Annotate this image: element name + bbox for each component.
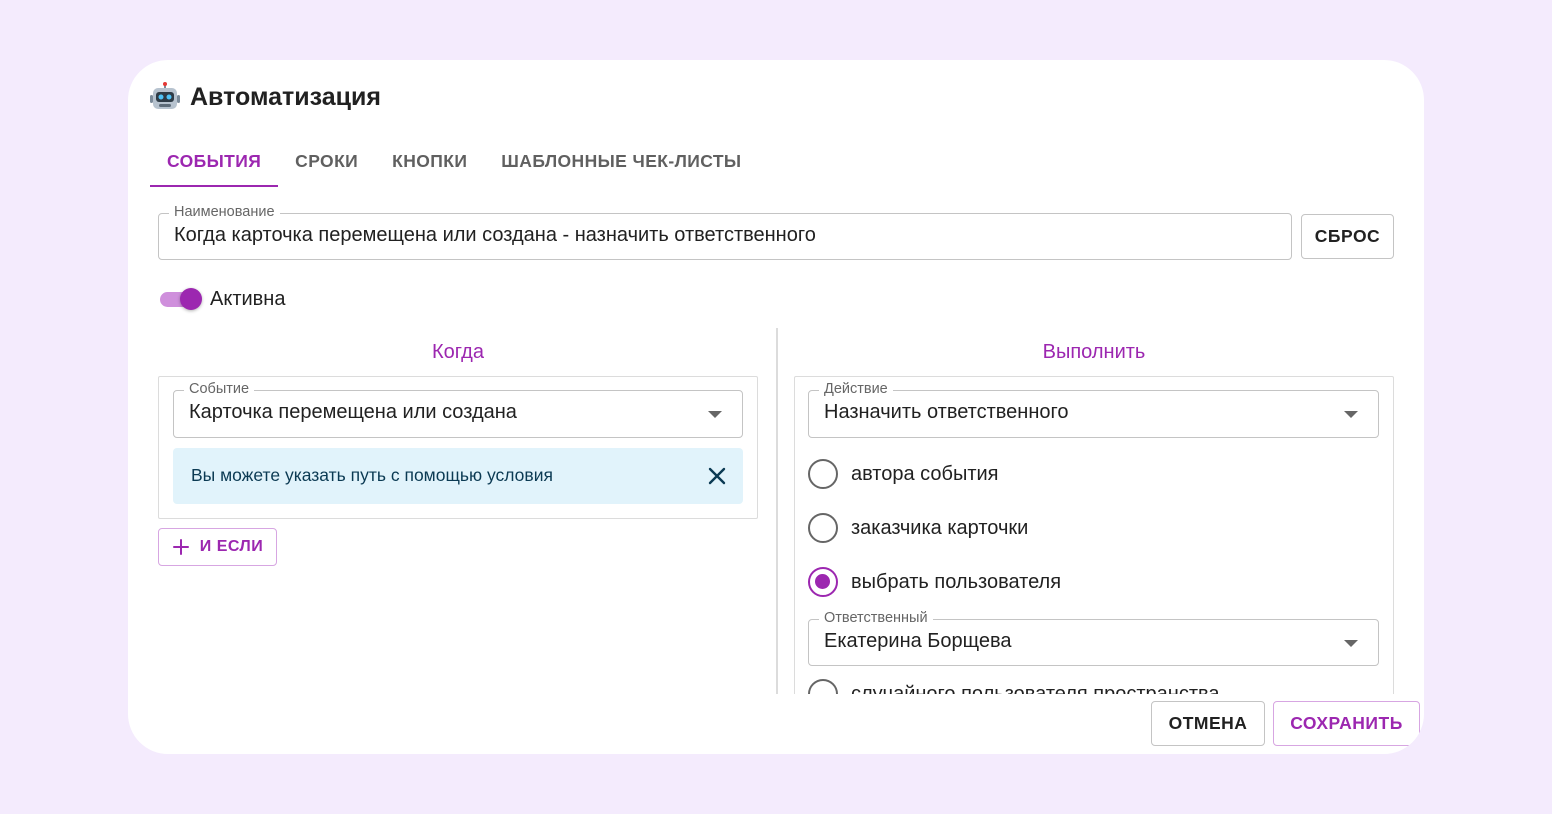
event-select[interactable]: Событие Карточка перемещена или создана	[173, 380, 743, 438]
save-button[interactable]: Сохранить	[1273, 701, 1420, 746]
close-icon[interactable]	[705, 464, 729, 488]
robot-icon	[150, 82, 180, 109]
cancel-button[interactable]: Отмена	[1151, 701, 1265, 746]
chevron-down-icon	[1344, 640, 1358, 647]
radio-unchecked-icon[interactable]	[808, 679, 838, 694]
responsible-select-value: Екатерина Борщева	[824, 630, 1012, 652]
radio-checked-icon[interactable]	[808, 567, 838, 597]
option-event-author[interactable]: автора события	[808, 458, 999, 490]
action-select-label: Действие	[819, 380, 893, 398]
dialog-header: Автоматизация	[150, 82, 381, 112]
action-select-value: Назначить ответственного	[824, 401, 1069, 423]
name-field-value: Когда карточка перемещена или создана - …	[174, 224, 816, 246]
active-toggle[interactable]	[160, 287, 204, 311]
add-and-if-button[interactable]: И если	[158, 528, 277, 566]
option-label: выбрать пользователя	[851, 570, 1062, 593]
event-select-value: Карточка перемещена или создана	[189, 401, 517, 423]
chevron-down-icon	[1344, 411, 1358, 418]
tab-deadlines[interactable]: Сроки	[278, 140, 375, 187]
name-field-label: Наименование	[169, 203, 280, 221]
radio-unchecked-icon[interactable]	[808, 513, 838, 543]
tab-buttons[interactable]: Кнопки	[375, 140, 484, 187]
toggle-thumb	[180, 288, 202, 310]
info-alert-text: Вы можете указать путь с помощью условия	[191, 465, 553, 485]
option-select-user[interactable]: выбрать пользователя	[808, 566, 1061, 598]
radio-unchecked-icon[interactable]	[808, 459, 838, 489]
option-card-customer[interactable]: заказчика карточки	[808, 512, 1028, 544]
option-label: заказчика карточки	[851, 516, 1029, 539]
action-select[interactable]: Действие Назначить ответственного	[808, 380, 1379, 438]
option-random-user[interactable]: случайного пользователя пространства	[808, 678, 1220, 694]
add-and-if-label: И если	[199, 538, 264, 555]
option-label: случайного пользователя пространства	[851, 682, 1220, 695]
when-heading: Когда	[432, 341, 484, 363]
chevron-down-icon	[708, 411, 722, 418]
name-field[interactable]: Наименование Когда карточка перемещена и…	[158, 203, 1292, 260]
option-label: автора события	[851, 462, 999, 485]
clip-bottom: случайного пользователя пространства	[778, 672, 1424, 694]
info-alert: Вы можете указать путь с помощью условия	[173, 448, 743, 504]
tab-bar: События Сроки Кнопки Шаблонные чек-листы	[150, 140, 758, 187]
active-toggle-label: Активна	[210, 288, 286, 310]
plus-icon	[172, 539, 189, 555]
automation-dialog: Автоматизация События Сроки Кнопки Шабло…	[128, 60, 1424, 754]
dialog-title: Автоматизация	[190, 82, 381, 111]
responsible-select-label: Ответственный	[819, 609, 933, 627]
responsible-select[interactable]: Ответственный Екатерина Борщева	[808, 609, 1379, 666]
tab-checklist-templates[interactable]: Шаблонные чек-листы	[484, 140, 758, 187]
tab-events[interactable]: События	[150, 140, 279, 187]
event-select-label: Событие	[184, 380, 255, 398]
reset-button[interactable]: Сброс	[1301, 214, 1394, 259]
